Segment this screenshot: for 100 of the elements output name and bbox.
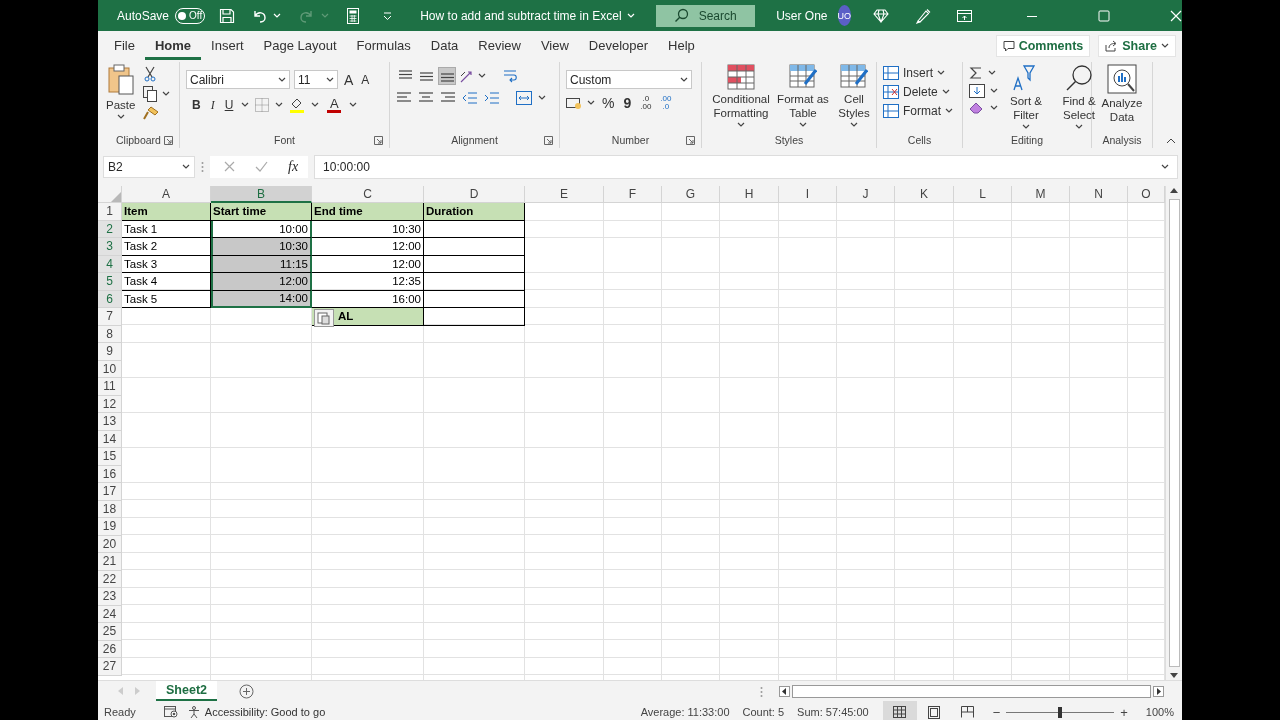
scroll-right-icon[interactable]	[1153, 685, 1164, 697]
caret-icon[interactable]	[990, 88, 998, 94]
ribbon-display-icon[interactable]	[957, 9, 972, 22]
zoom-out-button[interactable]: −	[992, 704, 1001, 720]
caret-icon[interactable]	[1161, 163, 1169, 170]
dialog-launcher-icon[interactable]	[544, 136, 553, 145]
caret-icon[interactable]	[275, 102, 284, 108]
menu-tab[interactable]: Help	[658, 31, 705, 60]
dialog-launcher-icon[interactable]	[686, 136, 695, 145]
row-header[interactable]: 19	[98, 518, 122, 536]
caret-icon[interactable]	[945, 108, 953, 114]
sheet-tab[interactable]: Sheet2	[156, 681, 217, 701]
calculator-icon[interactable]	[347, 7, 360, 24]
column-header[interactable]: K	[895, 186, 954, 203]
collapse-ribbon-icon[interactable]	[1166, 138, 1176, 144]
italic-button[interactable]: I	[208, 97, 217, 113]
fill-down-icon[interactable]	[969, 84, 985, 98]
row-header[interactable]: 5	[98, 273, 122, 291]
column-header[interactable]: H	[720, 186, 779, 203]
delete-cells-button[interactable]: Delete	[883, 85, 956, 99]
format-as-table-button[interactable]: Format as Table	[774, 62, 832, 132]
cell-styles-button[interactable]: Cell Styles	[832, 62, 876, 132]
bold-button[interactable]: B	[190, 98, 203, 112]
column-header[interactable]: J	[837, 186, 895, 203]
caret-icon[interactable]	[311, 102, 320, 108]
normal-view-button[interactable]	[882, 701, 917, 720]
scroll-up-icon[interactable]	[1170, 188, 1178, 193]
maximize-icon[interactable]	[1098, 9, 1110, 22]
increase-indent-icon[interactable]	[484, 91, 500, 105]
align-right-icon[interactable]	[440, 91, 456, 105]
decrease-indent-icon[interactable]	[462, 91, 478, 105]
caret-icon[interactable]	[241, 102, 250, 108]
caret-icon[interactable]	[737, 122, 745, 128]
wrap-text-icon[interactable]	[502, 68, 518, 84]
pen-icon[interactable]	[915, 7, 931, 24]
dialog-launcher-icon[interactable]	[164, 136, 173, 145]
format-painter-icon[interactable]	[143, 106, 160, 120]
user-avatar[interactable]: UO	[837, 5, 851, 26]
increase-decimal-button[interactable]: .0 .00	[638, 95, 654, 111]
caret-icon[interactable]	[1022, 124, 1030, 130]
caret-icon[interactable]	[587, 100, 595, 106]
grow-font-button[interactable]: A	[342, 71, 356, 88]
paste-options-icon[interactable]	[314, 309, 334, 327]
align-left-icon[interactable]	[396, 91, 412, 105]
caret-icon[interactable]	[326, 76, 334, 83]
comma-style-button[interactable]: 9	[621, 95, 634, 111]
column-header[interactable]: F	[604, 186, 662, 203]
caret-icon[interactable]	[850, 122, 858, 128]
row-header[interactable]: 1	[98, 203, 122, 221]
caret-icon[interactable]	[990, 105, 998, 111]
caret-icon[interactable]	[799, 122, 807, 128]
menu-tab[interactable]: Developer	[578, 31, 659, 60]
number-format-dropdown[interactable]: Custom	[566, 70, 692, 89]
name-box[interactable]: B2	[103, 155, 195, 178]
column-header[interactable]: N	[1070, 186, 1128, 203]
row-header[interactable]: 15	[98, 448, 122, 466]
font-color-button[interactable]: A	[325, 97, 344, 113]
zoom-thumb[interactable]	[1058, 706, 1063, 718]
decrease-decimal-button[interactable]: .00 .0	[658, 95, 674, 111]
vertical-align-button[interactable]	[438, 67, 456, 85]
sort-filter-button[interactable]: Sort & Filter	[1001, 62, 1051, 132]
row-header[interactable]: 21	[98, 553, 122, 571]
vertical-scrollbar[interactable]	[1168, 199, 1180, 667]
caret-icon[interactable]	[116, 114, 125, 120]
percent-button[interactable]: %	[600, 95, 617, 111]
currency-icon[interactable]	[566, 96, 582, 110]
column-header[interactable]: L	[954, 186, 1012, 203]
row-header[interactable]: 11	[98, 378, 122, 396]
merge-center-icon[interactable]	[516, 91, 532, 105]
orientation-icon[interactable]	[459, 68, 475, 84]
menu-tab[interactable]: Insert	[201, 31, 254, 60]
column-header[interactable]: I	[779, 186, 837, 203]
menu-tab[interactable]: Data	[420, 31, 469, 60]
caret-icon[interactable]	[349, 102, 358, 108]
share-button[interactable]: Share	[1098, 34, 1176, 57]
fill-color-icon[interactable]	[289, 97, 306, 113]
caret-icon[interactable]	[478, 73, 486, 79]
row-header[interactable]: 27	[98, 658, 122, 676]
shrink-font-button[interactable]: A	[359, 72, 372, 87]
insert-cells-button[interactable]: Insert	[883, 66, 956, 80]
column-header[interactable]: B	[211, 186, 312, 203]
row-header[interactable]: 9	[98, 343, 122, 361]
format-cells-button[interactable]: Format	[883, 104, 956, 118]
cut-icon[interactable]	[143, 66, 158, 82]
scroll-left-icon[interactable]	[779, 685, 790, 697]
macro-record-icon[interactable]	[163, 706, 178, 718]
row-header[interactable]: 25	[98, 623, 122, 641]
accessibility-status[interactable]: Accessibility: Good to go	[187, 705, 326, 719]
save-icon[interactable]	[219, 7, 236, 24]
row-header[interactable]: 23	[98, 588, 122, 606]
diamond-icon[interactable]	[873, 8, 889, 23]
analyze-data-button[interactable]: Analyze Data	[1098, 62, 1146, 132]
caret-icon[interactable]	[162, 91, 171, 97]
customize-toolbar-icon[interactable]	[383, 11, 393, 20]
menu-tab[interactable]: Review	[468, 31, 531, 60]
scroll-down-icon[interactable]	[1170, 673, 1178, 678]
row-header[interactable]: 7	[98, 308, 122, 326]
row-header[interactable]: 3	[98, 238, 122, 256]
autosum-icon[interactable]	[969, 66, 983, 80]
caret-icon[interactable]	[1075, 124, 1083, 130]
